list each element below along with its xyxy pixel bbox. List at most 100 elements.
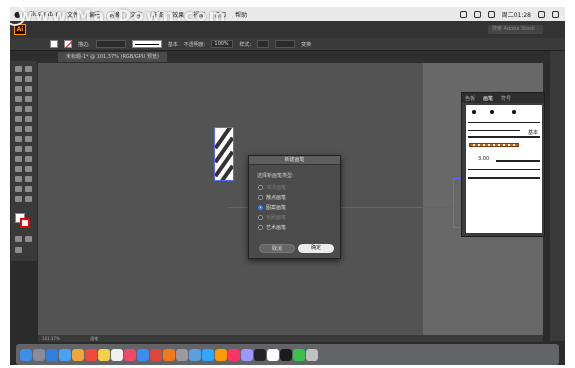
brushes-panel: 色板 画笔 符号 基本 3.00 xyxy=(461,92,545,237)
stock-search-input[interactable]: 搜索 Adobe Stock xyxy=(488,25,543,34)
fill-swatch[interactable] xyxy=(50,40,58,48)
eraser-tool-icon[interactable] xyxy=(25,116,32,122)
blend-tool-icon[interactable] xyxy=(25,166,32,172)
width-tool-icon[interactable] xyxy=(15,136,22,142)
brush-stroke-1[interactable] xyxy=(468,122,540,123)
brush-stroke-4[interactable] xyxy=(468,169,540,170)
terminal-icon[interactable] xyxy=(280,348,292,361)
lasso-tool-icon[interactable] xyxy=(25,76,32,82)
ok-button[interactable]: 确定 xyxy=(298,244,334,253)
brush-dot-large[interactable] xyxy=(512,110,516,114)
pattern-tile-artwork[interactable] xyxy=(214,127,234,181)
direct-selection-tool-icon[interactable] xyxy=(25,66,32,72)
stroke-weight-field[interactable] xyxy=(95,40,126,48)
paintbrush-tool-icon[interactable] xyxy=(25,106,32,112)
shaper-tool-icon[interactable] xyxy=(15,116,22,122)
selection-tool-icon[interactable] xyxy=(15,66,22,72)
recolor-button[interactable] xyxy=(275,40,296,48)
brush-dot-small[interactable] xyxy=(472,110,476,114)
launchpad-icon[interactable] xyxy=(33,348,45,361)
battery-icon[interactable] xyxy=(459,10,467,18)
type-tool-icon[interactable] xyxy=(15,96,22,102)
line-tool-icon[interactable] xyxy=(25,96,32,102)
music-icon[interactable] xyxy=(124,348,136,361)
safari-icon[interactable] xyxy=(46,348,58,361)
option-pattern[interactable]: 图案画笔 xyxy=(258,204,286,211)
brush-definition-preview[interactable] xyxy=(131,40,162,48)
radio-icon[interactable] xyxy=(258,195,263,200)
rectangle-tool-icon[interactable] xyxy=(15,106,22,112)
search-icon[interactable] xyxy=(538,10,545,18)
control-center-icon[interactable] xyxy=(552,10,559,18)
preview-icon[interactable] xyxy=(189,348,201,361)
brush-stroke-basic[interactable] xyxy=(468,130,520,131)
fill-stroke-control[interactable] xyxy=(15,213,31,229)
notes-icon[interactable] xyxy=(98,348,110,361)
rotate-tool-icon[interactable] xyxy=(15,126,22,132)
photoshop-icon[interactable] xyxy=(202,348,214,361)
scale-tool-icon[interactable] xyxy=(25,126,32,132)
brush-stroke-5[interactable] xyxy=(468,177,540,179)
color-mode-icon[interactable] xyxy=(15,236,22,242)
brush-dot-medium[interactable] xyxy=(490,110,494,114)
chrome-icon[interactable] xyxy=(150,348,162,361)
slice-tool-icon[interactable] xyxy=(25,186,32,192)
watermark: www.MacDown.com xyxy=(18,6,228,25)
free-transform-tool-icon[interactable] xyxy=(25,136,32,142)
drawing-mode-icon[interactable] xyxy=(25,236,32,242)
magic-wand-tool-icon[interactable] xyxy=(15,76,22,82)
stroke-swatch[interactable] xyxy=(64,40,72,48)
hand-tool-icon[interactable] xyxy=(15,196,22,202)
pen-tool-icon[interactable] xyxy=(15,86,22,92)
tab-brushes[interactable]: 画笔 xyxy=(483,95,493,102)
clock[interactable]: 周二01:28 xyxy=(502,10,531,19)
menu-help[interactable]: 帮助 xyxy=(235,10,247,19)
eyedropper-tool-icon[interactable] xyxy=(15,166,22,172)
volume-icon[interactable] xyxy=(487,10,495,18)
photos-icon[interactable] xyxy=(72,348,84,361)
style-picker[interactable] xyxy=(257,40,270,48)
gradient-tool-icon[interactable] xyxy=(25,156,32,162)
premiere-icon[interactable] xyxy=(241,348,253,361)
settings-icon[interactable] xyxy=(176,348,188,361)
zoom-tool-icon[interactable] xyxy=(25,196,32,202)
option-scatter[interactable]: 散点画笔 xyxy=(258,194,286,201)
artboard-tool-icon[interactable] xyxy=(15,186,22,192)
screen-mode-icon[interactable] xyxy=(15,247,22,253)
option-art[interactable]: 艺术画笔 xyxy=(258,224,286,231)
calendar-icon[interactable] xyxy=(85,348,97,361)
zoom-level[interactable]: 101.37% xyxy=(42,336,60,341)
mesh-tool-icon[interactable] xyxy=(15,156,22,162)
reminders-icon[interactable] xyxy=(111,348,123,361)
tab-symbols[interactable]: 符号 xyxy=(501,95,511,102)
wechat-icon[interactable] xyxy=(293,348,305,361)
brush-library[interactable]: 基本 3.00 xyxy=(466,105,542,233)
qq-icon[interactable] xyxy=(254,348,266,361)
symbol-sprayer-tool-icon[interactable] xyxy=(15,176,22,182)
stroke-color-icon[interactable] xyxy=(20,218,30,228)
radio-icon[interactable] xyxy=(258,225,263,230)
graph-tool-icon[interactable] xyxy=(25,176,32,182)
option-label: 散点画笔 xyxy=(266,195,287,201)
radio-checked-icon[interactable] xyxy=(258,205,263,210)
finder-icon[interactable] xyxy=(20,348,32,361)
mail-icon[interactable] xyxy=(59,348,71,361)
chain-pattern-brush[interactable] xyxy=(469,143,519,147)
trash-icon[interactable] xyxy=(306,348,318,361)
opacity-field[interactable]: 100% xyxy=(211,40,234,48)
indesign-icon[interactable] xyxy=(228,348,240,361)
app-store-icon[interactable] xyxy=(137,348,149,361)
wifi-icon[interactable] xyxy=(473,10,481,18)
firefox-icon[interactable] xyxy=(163,348,175,361)
perspective-grid-tool-icon[interactable] xyxy=(25,146,32,152)
textedit-icon[interactable] xyxy=(267,348,279,361)
shape-builder-tool-icon[interactable] xyxy=(15,146,22,152)
transform-label[interactable]: 变换 xyxy=(301,41,311,48)
curvature-tool-icon[interactable] xyxy=(25,86,32,92)
illustrator-icon[interactable] xyxy=(215,348,227,361)
brush-stroke-2[interactable] xyxy=(468,136,540,138)
cancel-button[interactable]: 取消 xyxy=(259,244,295,253)
document-tab[interactable]: 未标题-1* @ 101.37% (RGB/GPU 预览) xyxy=(58,52,168,62)
tab-swatches[interactable]: 色板 xyxy=(465,95,475,102)
brush-stroke-3[interactable] xyxy=(496,160,540,162)
